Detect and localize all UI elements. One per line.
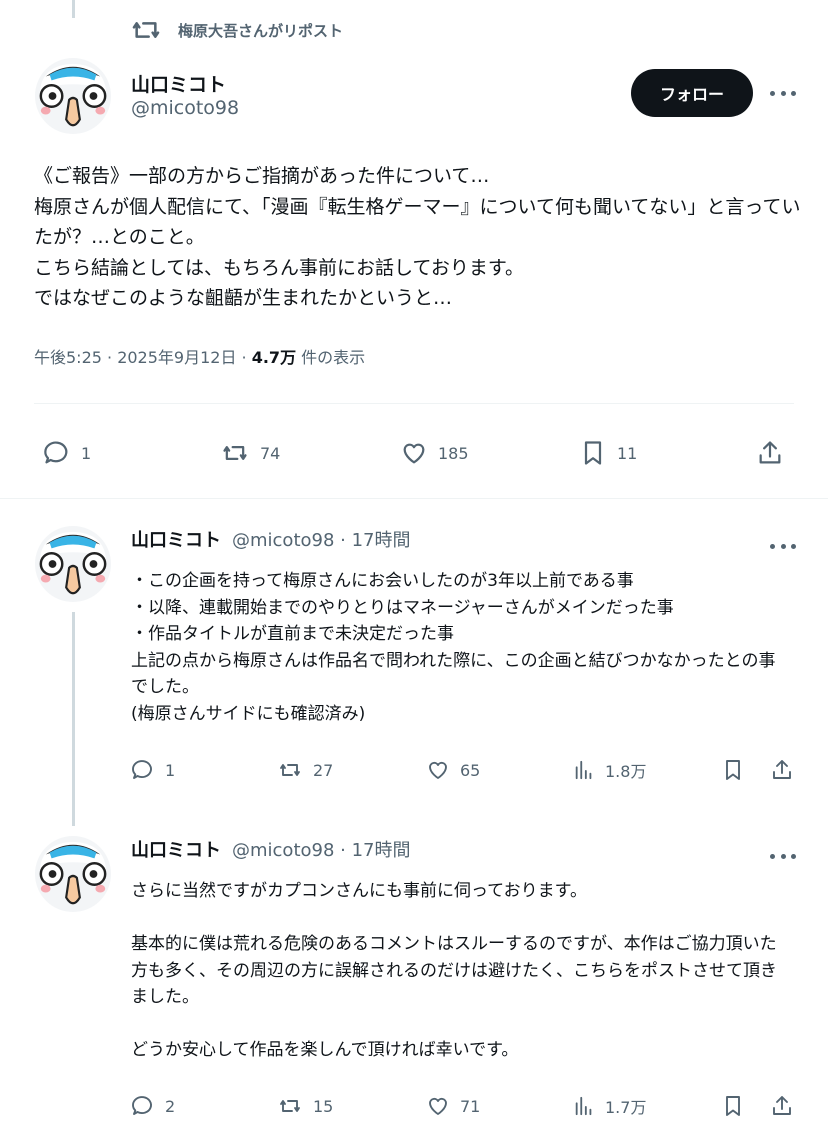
more-icon[interactable] (770, 541, 796, 551)
share-icon (756, 439, 784, 467)
share-button[interactable] (770, 1094, 794, 1118)
repost-count: 27 (313, 760, 334, 780)
reply-icon (43, 439, 71, 467)
view-count-label: 件の表示 (296, 348, 366, 367)
bookmark-button[interactable] (721, 758, 745, 782)
thread-line (72, 0, 75, 18)
avatar[interactable] (34, 57, 112, 135)
tweet-time[interactable]: 午後5:25 · 2025年9月12日 · (34, 348, 252, 367)
views-button[interactable]: 1.7万 (573, 1094, 646, 1118)
bookmark-icon (579, 439, 607, 467)
analytics-icon (573, 758, 595, 782)
reply-count: 2 (165, 1096, 176, 1116)
share-button[interactable] (756, 439, 784, 467)
repost-label: 梅原大吾さんがリポスト (178, 21, 344, 40)
repost-count: 15 (313, 1096, 334, 1116)
avatar[interactable] (34, 835, 112, 913)
repost-icon (220, 439, 250, 467)
reply-count: 1 (165, 760, 176, 780)
share-icon (770, 1094, 794, 1118)
like-count: 71 (460, 1096, 481, 1116)
analytics-icon (573, 1094, 595, 1118)
bookmark-icon (721, 1094, 745, 1118)
view-count: 1.7万 (605, 1098, 647, 1117)
author-handle[interactable]: @micoto98 (131, 97, 239, 119)
heart-icon (426, 1094, 450, 1118)
repost-icon (277, 1094, 303, 1118)
repost-button[interactable]: 15 (277, 1094, 333, 1118)
reply-button[interactable]: 2 (131, 1094, 175, 1118)
repost-icon (277, 758, 303, 782)
view-count: 4.7万 (251, 348, 297, 367)
thread-line (72, 612, 75, 826)
share-button[interactable] (770, 758, 794, 782)
bookmark-icon (721, 758, 745, 782)
tweet-text: ・この企画を持って梅原さんにお会いしたのが3年以上前である事 ・以降、連載開始ま… (131, 571, 776, 724)
share-icon (770, 758, 794, 782)
author-handle[interactable]: @micoto98 · 17時間 (232, 526, 411, 552)
divider (0, 498, 828, 499)
reply-button[interactable]: 1 (131, 758, 175, 782)
reply-count: 1 (81, 443, 92, 463)
reply-icon (131, 758, 155, 782)
divider (34, 403, 794, 404)
repost-context[interactable]: 梅原大吾さんがリポスト (130, 14, 343, 46)
more-icon[interactable] (770, 851, 796, 861)
author-name[interactable]: 山口ミコト (131, 526, 221, 552)
reply-icon (131, 1094, 155, 1118)
like-count: 65 (460, 760, 481, 780)
like-button[interactable]: 185 (400, 439, 469, 467)
heart-icon (426, 758, 450, 782)
repost-count: 74 (260, 443, 281, 463)
follow-button[interactable]: フォロー (631, 69, 753, 117)
bookmark-button[interactable] (721, 1094, 745, 1118)
views-button[interactable]: 1.8万 (573, 758, 646, 782)
author-handle[interactable]: @micoto98 · 17時間 (232, 836, 411, 862)
bookmark-button[interactable]: 11 (579, 439, 637, 467)
author-name[interactable]: 山口ミコト (131, 836, 221, 862)
repost-button[interactable]: 74 (220, 439, 280, 467)
author-name[interactable]: 山口ミコト (131, 70, 226, 97)
repost-icon (130, 14, 162, 46)
like-button[interactable]: 71 (426, 1094, 480, 1118)
bookmark-count: 11 (617, 443, 638, 463)
reply-button[interactable]: 1 (43, 439, 91, 467)
heart-icon (400, 439, 428, 467)
tweet-meta: 午後5:25 · 2025年9月12日 · 4.7万 件の表示 (34, 344, 365, 368)
view-count: 1.8万 (605, 762, 647, 781)
tweet-text: 《ご報告》一部の方からご指摘があった件について… 梅原さんが個人配信にて、「漫画… (34, 165, 801, 309)
tweet-text: さらに当然ですがカプコンさんにも事前に伺っております。 基本的に僕は荒れる危険の… (131, 881, 777, 1060)
more-icon[interactable] (770, 88, 796, 98)
repost-button[interactable]: 27 (277, 758, 333, 782)
like-button[interactable]: 65 (426, 758, 480, 782)
like-count: 185 (438, 443, 469, 463)
avatar[interactable] (34, 525, 112, 603)
